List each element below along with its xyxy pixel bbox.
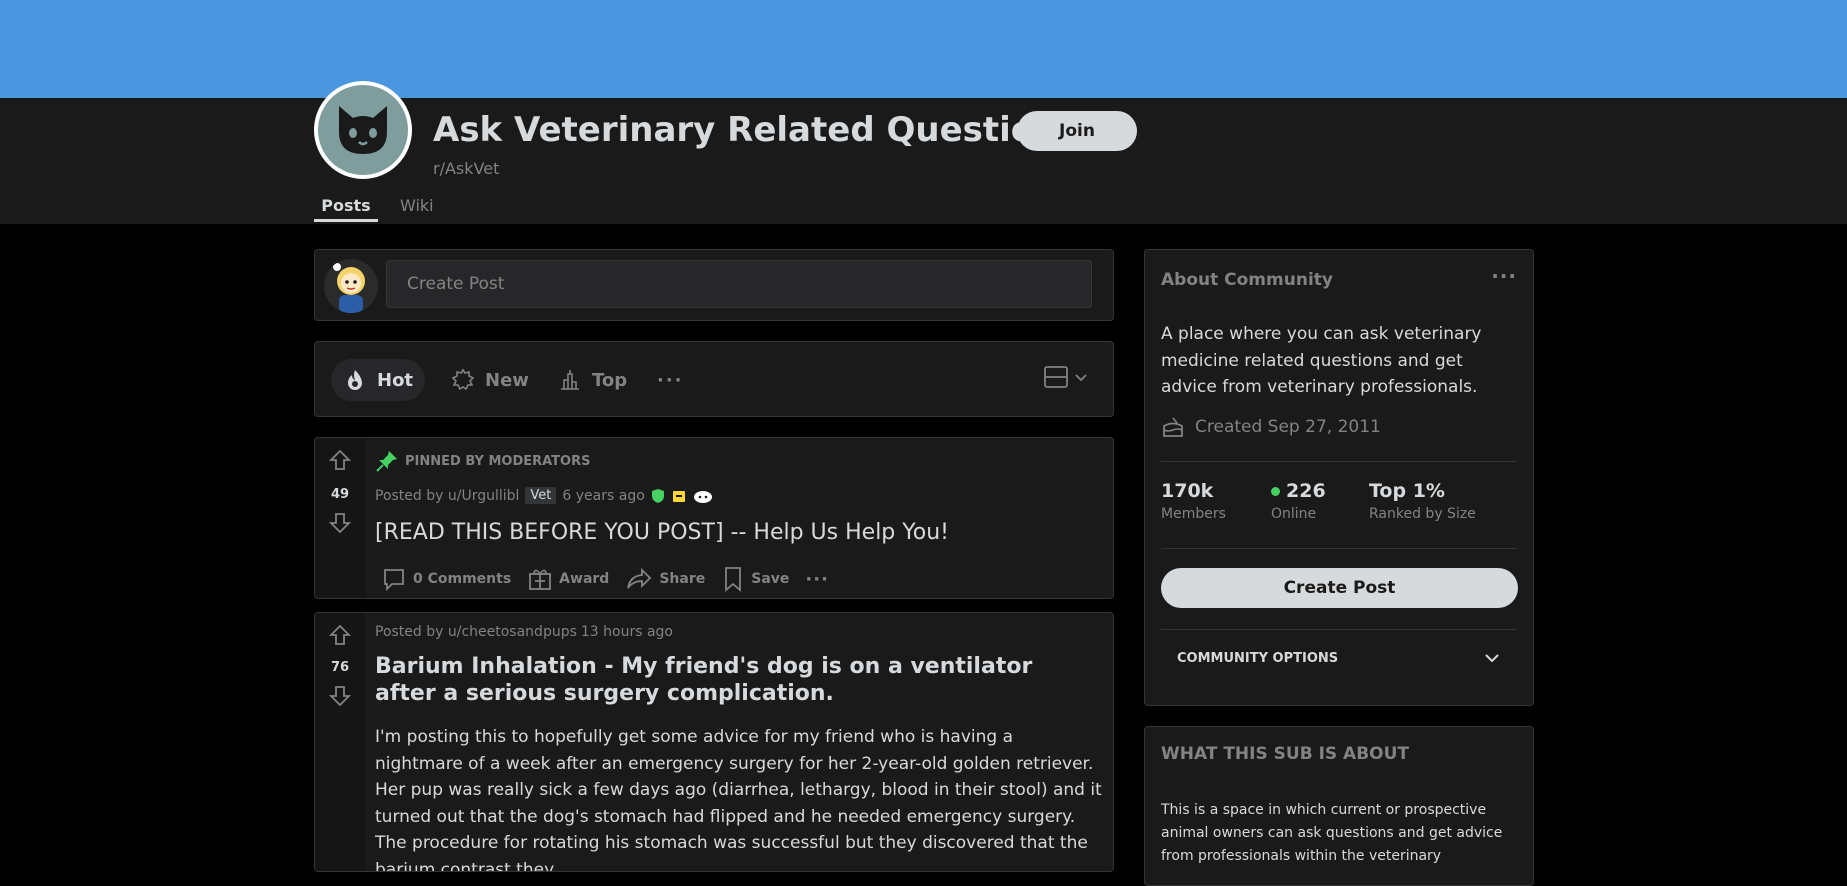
sort-top-button[interactable]: Top <box>546 359 639 401</box>
top-chart-icon <box>561 370 579 390</box>
members-label: Members <box>1161 506 1226 522</box>
user-avatar-icon <box>333 263 365 313</box>
pin-icon <box>376 451 397 472</box>
shield-icon <box>651 488 664 503</box>
community-description: A place where you can ask veterinary med… <box>1161 324 1482 397</box>
rank-stat: Top 1% Ranked by Size <box>1369 480 1476 522</box>
bookmark-icon <box>725 567 742 592</box>
vote-bar: 76 <box>315 613 365 871</box>
sort-bar: Hot New Top ··· <box>314 341 1114 417</box>
rank-label: Ranked by Size <box>1369 506 1476 522</box>
upvote-arrow-icon[interactable] <box>328 448 352 472</box>
post-title[interactable]: [READ THIS BEFORE YOU POST] -- Help Us H… <box>375 519 949 546</box>
snoo-award-icon <box>693 490 712 503</box>
pinned-indicator: PINNED BY MODERATORS <box>375 449 590 473</box>
flame-icon <box>348 370 362 390</box>
user-flair: Vet <box>525 487 557 504</box>
post-meta: Posted by u/Urgullibl Vet 6 years ago <box>375 487 713 504</box>
user-avatar[interactable] <box>324 259 378 313</box>
post-meta: Posted by u/cheetosandpups 13 hours ago <box>375 624 673 640</box>
community-title: Ask Veterinary Related Questions <box>433 110 1079 150</box>
archive-box-icon <box>672 490 685 502</box>
comments-button[interactable]: 0 Comments <box>373 562 519 596</box>
what-this-sub-card: WHAT THIS SUB IS ABOUT This is a space i… <box>1144 726 1534 886</box>
downvote-arrow-icon[interactable] <box>328 511 352 535</box>
post-actions: 0 Comments Award Share Save ··· <box>373 562 837 596</box>
about-more-button[interactable]: ··· <box>1491 264 1517 288</box>
comment-bubble-icon <box>384 569 404 592</box>
community-options-label: COMMUNITY OPTIONS <box>1177 650 1339 666</box>
vote-count: 76 <box>330 660 350 675</box>
pinned-label: PINNED BY MODERATORS <box>405 453 591 469</box>
community-name: r/AskVet <box>433 159 500 178</box>
rank-value: Top 1% <box>1369 480 1445 502</box>
join-button[interactable]: Join <box>1017 111 1137 151</box>
sort-more-button[interactable]: ··· <box>645 359 696 401</box>
share-arrow-icon <box>627 567 652 589</box>
sort-new-button[interactable]: New <box>439 359 541 401</box>
award-label: Award <box>559 571 610 587</box>
save-label: Save <box>751 571 790 587</box>
online-dot <box>1271 486 1280 496</box>
post-author[interactable]: Posted by u/Urgullibl <box>375 488 519 504</box>
cat-face-icon <box>339 106 387 154</box>
chevron-down-icon <box>1075 374 1087 382</box>
community-avatar[interactable] <box>314 81 412 179</box>
create-post-input[interactable] <box>386 260 1092 308</box>
share-label: Share <box>659 571 706 587</box>
community-banner <box>0 0 1847 98</box>
post-author[interactable]: Posted by u/cheetosandpups <box>375 624 577 640</box>
post-title[interactable]: Barium Inhalation - My friend's dog is o… <box>375 653 1095 707</box>
online-value: 226 <box>1286 480 1326 502</box>
create-post-bar <box>314 249 1114 321</box>
community-options-toggle[interactable]: COMMUNITY OPTIONS <box>1161 630 1517 686</box>
vote-count: 49 <box>330 487 350 502</box>
upvote-arrow-icon[interactable] <box>328 623 352 647</box>
about-community-card: About Community ··· A place where you ca… <box>1144 249 1534 706</box>
online-label: Online <box>1271 506 1317 522</box>
post-body: I'm posting this to hopefully get some a… <box>375 727 1102 872</box>
sort-top-label: Top <box>592 369 628 391</box>
tab-wiki[interactable]: Wiki <box>400 196 434 215</box>
created-text: Created Sep 27, 2011 <box>1195 417 1381 437</box>
layout-toggle-button[interactable] <box>1043 364 1089 390</box>
post-age: 6 years ago <box>562 487 645 504</box>
online-stat: 226 Online <box>1271 480 1326 522</box>
divider <box>1161 548 1517 549</box>
what-this-sub-heading: WHAT THIS SUB IS ABOUT <box>1161 744 1410 764</box>
what-this-sub-body: This is a space in which current or pros… <box>1161 802 1503 864</box>
post-age: 13 hours ago <box>580 624 673 640</box>
save-button[interactable]: Save <box>713 562 797 596</box>
cake-icon <box>1163 417 1183 437</box>
chevron-down-icon <box>1485 654 1499 663</box>
award-button[interactable]: Award <box>519 562 617 596</box>
sort-new-label: New <box>485 369 529 391</box>
created-date: Created Sep 27, 2011 <box>1161 415 1381 439</box>
new-burst-icon <box>451 368 475 391</box>
comments-label: 0 Comments <box>413 571 512 587</box>
post-more-button[interactable]: ··· <box>797 565 837 594</box>
post-card[interactable]: 76 Posted by u/cheetosandpups 13 hours a… <box>314 612 1114 872</box>
gift-icon <box>529 569 552 590</box>
card-layout-icon <box>1044 366 1068 388</box>
divider <box>1161 461 1517 462</box>
sort-hot-button[interactable]: Hot <box>331 359 426 401</box>
active-tab-indicator <box>314 219 378 222</box>
members-stat: 170k Members <box>1161 480 1226 522</box>
downvote-arrow-icon[interactable] <box>328 684 352 708</box>
share-button[interactable]: Share <box>617 562 713 596</box>
post-card-pinned[interactable]: 49 PINNED BY MODERATORS Posted by u/Urgu… <box>314 437 1114 599</box>
vote-bar: 49 <box>315 438 365 598</box>
sort-hot-label: Hot <box>377 369 414 391</box>
tab-posts[interactable]: Posts <box>314 196 378 215</box>
sidebar-create-post-button[interactable]: Create Post <box>1161 568 1518 608</box>
members-value: 170k <box>1161 480 1214 502</box>
about-heading: About Community <box>1161 270 1333 290</box>
